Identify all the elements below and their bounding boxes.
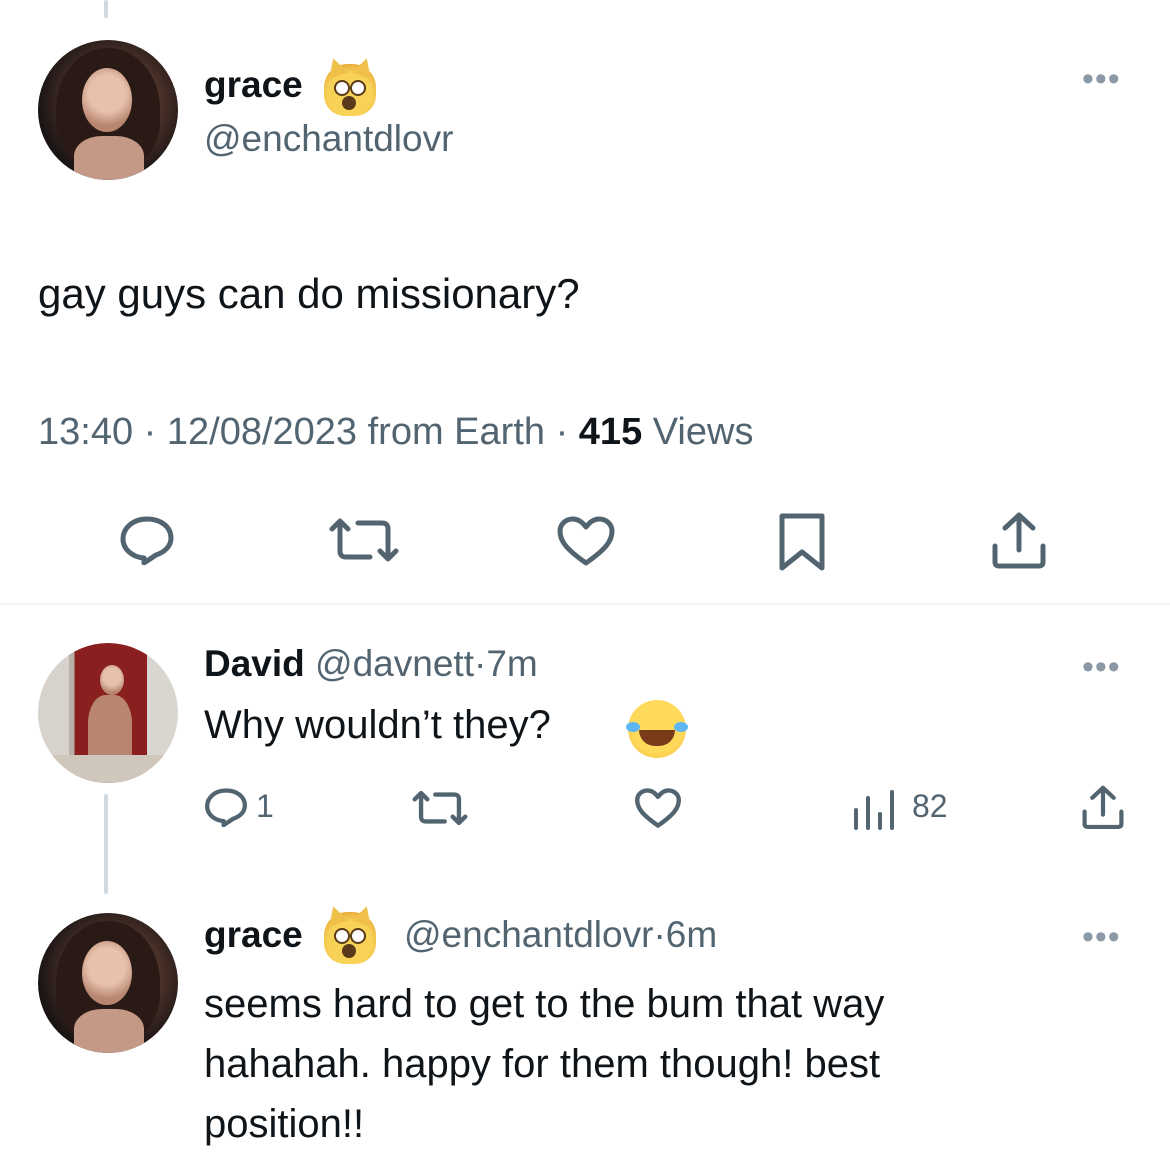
reply2-text-line: hahahah. happy for them though! best [204,1042,881,1086]
meta-sep: · [555,411,569,453]
reply1-header: David @davnett·7m [204,643,538,685]
tweet-time: 13:40 [38,411,134,453]
views-count: 415 [578,411,643,453]
reply2-text-line: seems hard to get to the bum that way [204,982,885,1026]
divider [0,603,1170,605]
reply2-sep: · [653,914,666,955]
thread-line-top [104,0,108,18]
reply1-age: 7m [486,643,538,684]
like-icon[interactable] [556,515,616,567]
meta-sep: · [143,411,157,453]
reply1-text: Why wouldn’t they? [204,703,551,747]
more-icon[interactable]: ••• [1082,920,1121,954]
views-label: Views [652,411,754,453]
reply-icon[interactable] [204,787,248,827]
reply1-views-count: 82 [912,788,948,824]
scream-cat-emoji [324,912,376,964]
laughing-tears-emoji [626,700,688,758]
like-icon[interactable] [634,787,682,829]
more-icon[interactable]: ••• [1082,62,1121,96]
reply2-text-line: position!! [204,1102,365,1146]
main-tweet-text: gay guys can do missionary? [38,270,580,317]
reply1-handle[interactable]: @davnett [315,643,474,684]
views-icon[interactable] [852,790,896,830]
reply2-age: 6m [665,914,718,955]
more-icon[interactable]: ••• [1082,650,1121,684]
tweet-location: from Earth [367,411,546,453]
tweet-date: 12/08/2023 [166,411,358,453]
reply1-reply-count: 1 [256,788,274,824]
thread-line-mid [104,794,108,894]
retweet-icon[interactable] [410,788,470,828]
scream-cat-emoji [324,64,376,116]
tweet-meta: 13:40 · 12/08/2023 from Earth · 415 View… [38,411,753,454]
retweet-icon[interactable] [326,515,402,565]
reply2-meta: @enchantdlovr·6m [404,914,717,956]
share-icon[interactable] [1080,784,1126,830]
reply2-handle[interactable]: @enchantdlovr [404,914,653,955]
avatar-grace[interactable] [38,913,178,1053]
main-display-name[interactable]: grace [204,64,303,106]
bookmark-icon[interactable] [778,512,826,572]
main-handle[interactable]: @enchantdlovr [204,118,453,160]
reply1-sep: · [473,643,487,684]
reply2-display-name[interactable]: grace [204,914,303,956]
share-icon[interactable] [990,510,1048,570]
avatar-david[interactable] [38,643,178,783]
reply-icon[interactable] [119,515,175,565]
reply2-text: seems hard to get to the bum that way ha… [204,974,884,1154]
reply1-display-name[interactable]: David [204,643,305,684]
avatar-grace[interactable] [38,40,178,180]
